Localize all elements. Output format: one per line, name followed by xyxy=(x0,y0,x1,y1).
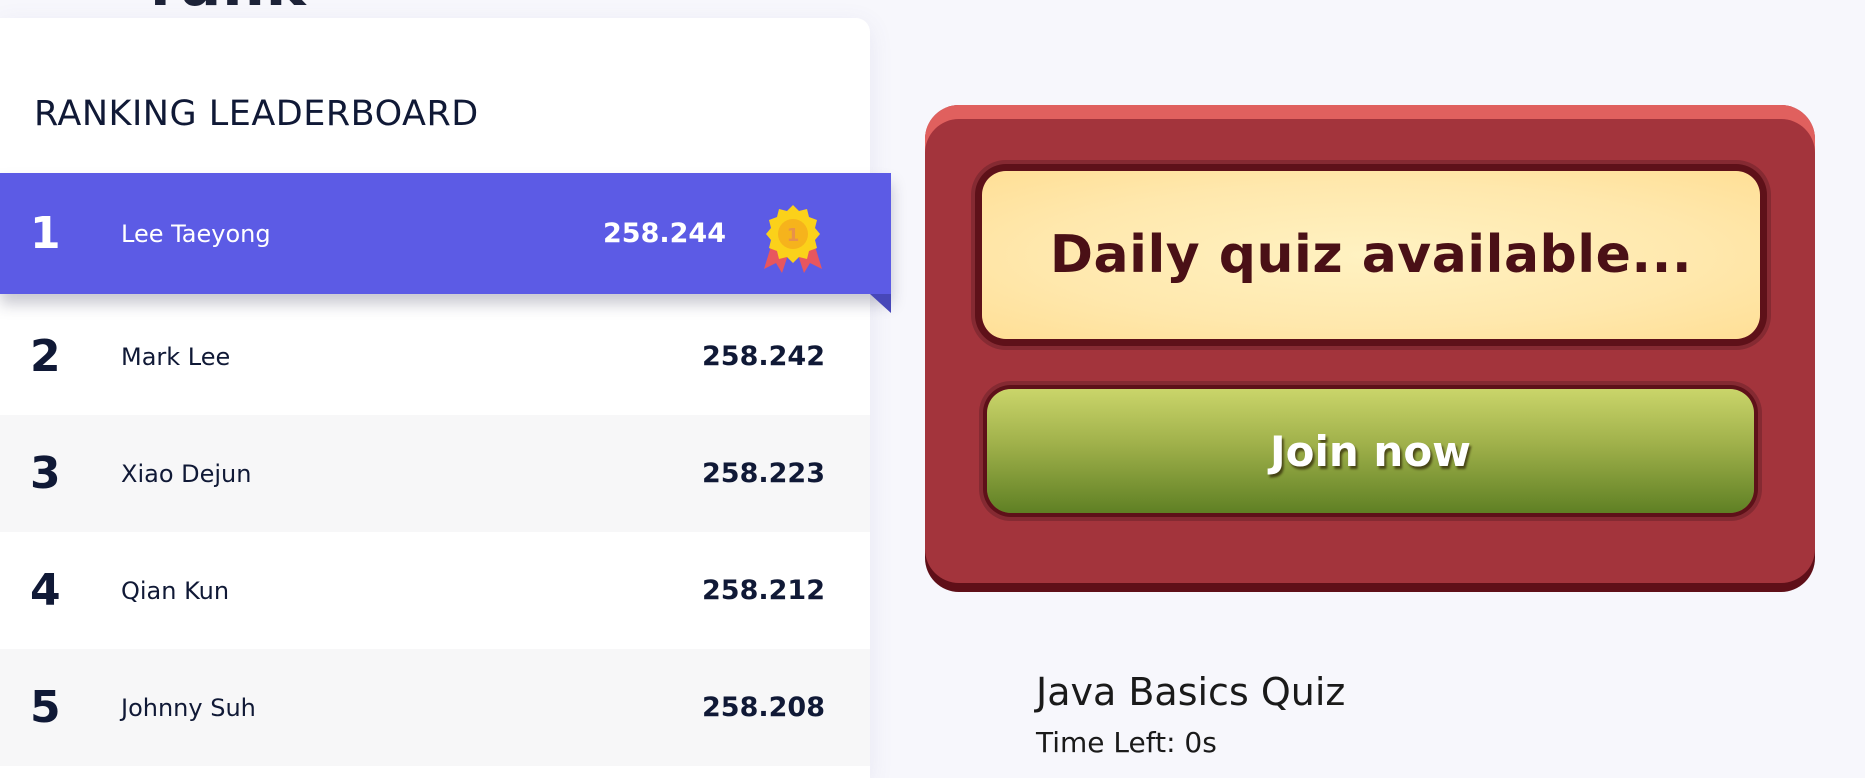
leaderboard-row-2: 2 Mark Lee 258.242 xyxy=(0,298,870,415)
player-name: Xiao Dejun xyxy=(121,459,252,488)
rank-number: 4 xyxy=(30,565,61,616)
daily-quiz-banner-text: Daily quiz available... xyxy=(1049,225,1693,285)
daily-quiz-card: Daily quiz available... Join now xyxy=(925,105,1815,583)
player-score: 258.242 xyxy=(702,341,825,372)
player-score: 258.208 xyxy=(702,692,825,723)
player-name: Mark Lee xyxy=(121,342,231,371)
leaderboard-row-3: 3 Xiao Dejun 258.223 xyxy=(0,415,870,532)
player-score: 258.244 xyxy=(603,218,726,249)
medal-digit: 1 xyxy=(787,225,800,246)
player-score: 258.223 xyxy=(702,458,825,489)
player-name: Qian Kun xyxy=(121,576,230,605)
leaderboard-title: RANKING LEADERBOARD xyxy=(34,94,479,134)
rank-number: 2 xyxy=(30,331,61,382)
leaderboard-row-1: 1 Lee Taeyong 258.244 1 xyxy=(0,173,891,313)
rank-number: 1 xyxy=(30,208,61,259)
page-heading-fragment: rank xyxy=(150,0,307,20)
join-now-button[interactable]: Join now xyxy=(987,389,1754,513)
player-name: Lee Taeyong xyxy=(121,219,271,248)
join-now-button-label: Join now xyxy=(1270,426,1471,476)
player-score: 258.212 xyxy=(702,575,825,606)
daily-quiz-banner: Daily quiz available... xyxy=(982,171,1760,339)
medal-icon: 1 xyxy=(764,205,822,273)
quiz-name: Java Basics Quiz xyxy=(1036,670,1346,714)
leaderboard-row-4: 4 Qian Kun 258.212 xyxy=(0,532,870,649)
rank-number: 5 xyxy=(30,682,61,733)
quiz-time-left: Time Left: 0s xyxy=(1036,726,1217,759)
rank-number: 3 xyxy=(30,448,61,499)
leaderboard-row-5: 5 Johnny Suh 258.208 xyxy=(0,649,870,766)
player-name: Johnny Suh xyxy=(121,693,256,722)
